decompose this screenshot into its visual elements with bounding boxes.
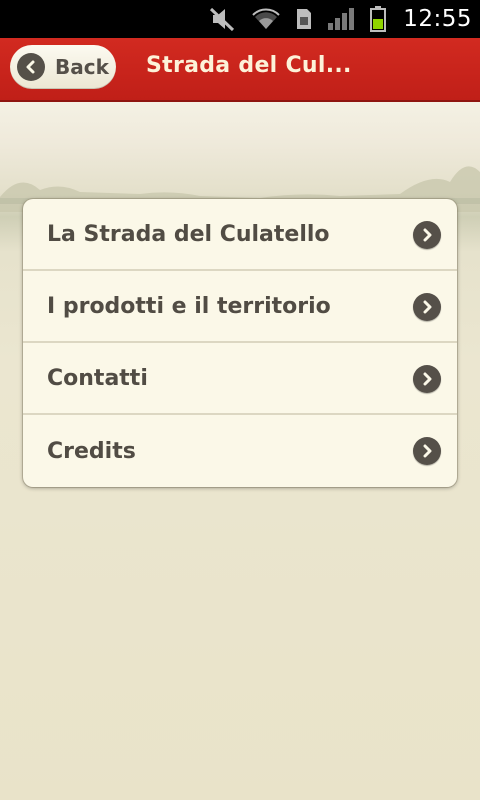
battery-icon: [370, 6, 387, 32]
menu-item-label: Credits: [47, 438, 136, 464]
menu-item-label: I prodotti e il territorio: [47, 293, 331, 319]
menu-list: La Strada del Culatello I prodotti e il …: [23, 199, 457, 487]
status-bar: 12:55: [0, 0, 480, 38]
sim-icon: [297, 9, 312, 29]
chevron-right-icon: [413, 221, 441, 249]
menu-item-contatti[interactable]: Contatti: [23, 343, 457, 415]
chevron-right-icon: [413, 365, 441, 393]
mute-icon: [210, 7, 235, 32]
back-button[interactable]: Back: [10, 45, 116, 89]
signal-icon: [328, 8, 355, 30]
menu-item-strada-culatello[interactable]: La Strada del Culatello: [23, 199, 457, 271]
menu-item-label: La Strada del Culatello: [47, 221, 330, 247]
status-clock: 12:55: [403, 6, 472, 32]
chevron-right-icon: [413, 293, 441, 321]
page-title: Strada del Cul...: [146, 53, 352, 78]
back-button-label: Back: [55, 55, 109, 79]
menu-item-label: Contatti: [47, 365, 148, 391]
chevron-left-icon: [17, 53, 45, 81]
menu-item-prodotti-territorio[interactable]: I prodotti e il territorio: [23, 271, 457, 343]
chevron-right-icon: [413, 437, 441, 465]
menu-item-credits[interactable]: Credits: [23, 415, 457, 487]
wifi-icon: [252, 8, 280, 29]
title-bar: Back Strada del Cul...: [0, 38, 480, 102]
